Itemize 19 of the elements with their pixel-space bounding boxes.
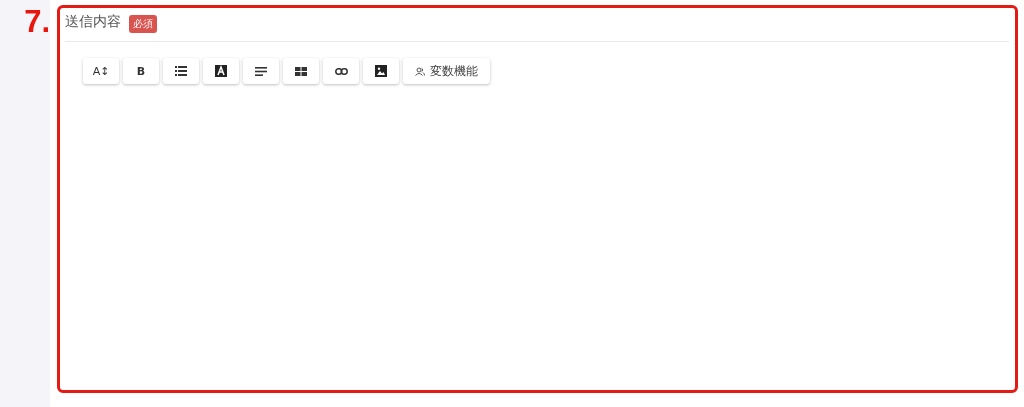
align-left-button[interactable] [243, 58, 279, 84]
required-badge: 必須 [129, 15, 157, 33]
step-number: 7. [24, 6, 50, 38]
letter-box-icon [215, 65, 227, 77]
table-icon [295, 66, 307, 76]
field-label: 送信内容 [65, 13, 121, 31]
list-button[interactable] [163, 58, 199, 84]
variables-button[interactable]: 変数機能 [403, 58, 490, 84]
link-icon [334, 67, 348, 75]
text-size-button[interactable]: A↕ [83, 58, 119, 84]
link-button[interactable] [323, 58, 359, 84]
bold-button[interactable]: B [123, 58, 159, 84]
people-icon [415, 66, 425, 76]
list-icon [175, 66, 187, 76]
align-left-icon [255, 66, 267, 76]
image-button[interactable] [363, 58, 399, 84]
image-icon [375, 65, 387, 77]
letter-box-button[interactable] [203, 58, 239, 84]
table-button[interactable] [283, 58, 319, 84]
